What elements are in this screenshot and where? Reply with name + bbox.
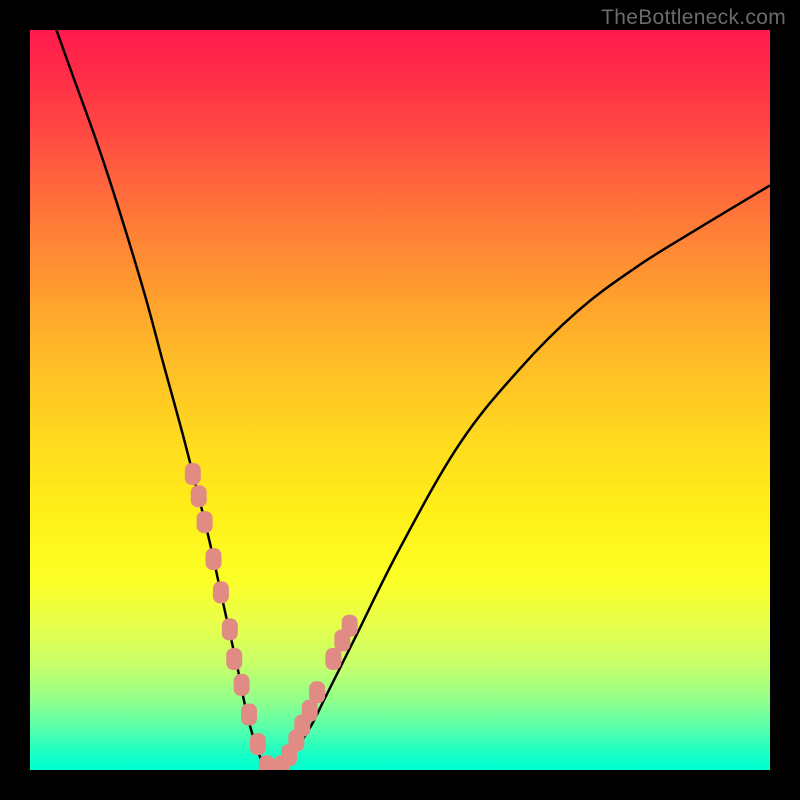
bead-marker — [309, 681, 325, 703]
curve-layer — [30, 30, 770, 770]
plot-area — [30, 30, 770, 770]
bead-marker — [234, 674, 250, 696]
bottleneck-curve — [30, 30, 770, 770]
chart-frame: TheBottleneck.com — [0, 0, 800, 800]
bead-marker — [222, 618, 238, 640]
bead-marker — [250, 733, 266, 755]
bead-marker — [213, 581, 229, 603]
bead-marker — [226, 648, 242, 670]
bead-marker — [325, 648, 341, 670]
bead-marker — [241, 704, 257, 726]
bead-marker-group — [185, 463, 358, 770]
bead-marker — [206, 548, 222, 570]
bead-marker — [191, 485, 207, 507]
bead-marker — [185, 463, 201, 485]
bead-marker — [342, 615, 358, 637]
watermark-text: TheBottleneck.com — [601, 6, 786, 30]
bead-marker — [197, 511, 213, 533]
